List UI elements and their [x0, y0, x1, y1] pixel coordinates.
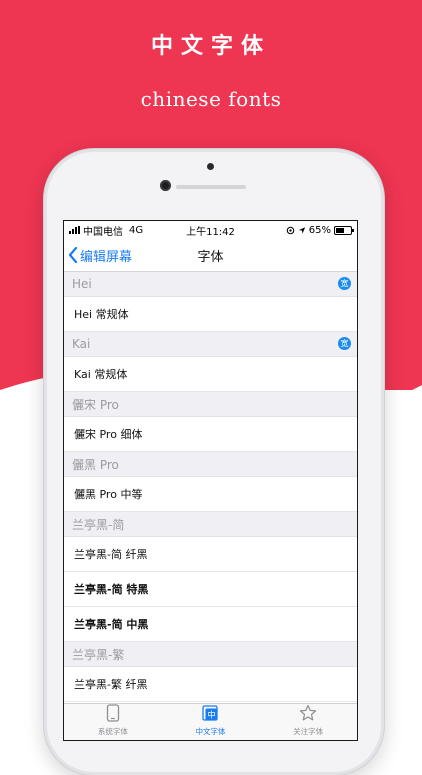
battery-icon [334, 225, 354, 235]
section-header-label: Hei [72, 277, 92, 291]
tab-label: 中文字体 [195, 727, 226, 736]
section-header: Kai 宽 [64, 332, 357, 357]
font-row-label: 儷黑 Pro 中等 [74, 488, 143, 501]
tab-label: 系统字体 [97, 727, 128, 736]
width-badge-icon[interactable]: 宽 [338, 277, 351, 290]
navigation-bar: 编辑屏幕 字体 [64, 239, 357, 272]
font-row[interactable]: 兰亭黑-简 特黑 [64, 572, 357, 607]
section-header-label: 兰亭黑-繁 [72, 647, 125, 662]
font-row[interactable]: 儷宋 Pro 细体 [64, 417, 357, 452]
back-button[interactable]: 编辑屏幕 [64, 246, 132, 265]
section-header: 儷宋 Pro [64, 392, 357, 417]
phone-icon [106, 704, 120, 726]
tab-bar: 系统字体中中文字体 关注字体 [64, 703, 357, 740]
font-list: Hei 宽 Hei 常规体 Kai 宽 Kai 常规体 儷宋 Pro 儷宋 Pro 细体 儷黑 … [64, 272, 357, 704]
font-row-label: 兰亭黑-简 纤黑 [74, 548, 148, 561]
font-row[interactable]: Hei 常规体 [64, 297, 357, 332]
svg-text:中: 中 [207, 710, 215, 720]
front-camera [160, 180, 171, 191]
font-row[interactable]: 儷黑 Pro 中等 [64, 477, 357, 512]
tab-label: 关注字体 [293, 727, 324, 736]
section-header: Hei 宽 [64, 272, 357, 297]
star-icon [299, 704, 317, 726]
section-header-label: 兰亭黑-简 [72, 517, 125, 532]
tab-chinese-font[interactable]: 中中文字体 [162, 704, 260, 740]
font-row-label: Hei 常规体 [74, 308, 129, 321]
font-row[interactable]: 兰亭黑-繁 纤黑 [64, 667, 357, 702]
status-bar: 中国电信 4G 上午11:42 65% [64, 221, 357, 239]
font-row[interactable]: 兰亭黑-简 纤黑 [64, 537, 357, 572]
section-header: 儷黑 Pro [64, 452, 357, 477]
phone-screen: 中国电信 4G 上午11:42 65% 编辑屏幕 字体 Hei 宽 Hei 常规体 K… [63, 220, 358, 741]
promo-title: 中文字体 [150, 33, 271, 59]
width-badge-icon[interactable]: 宽 [338, 337, 351, 350]
earpiece-slot [176, 185, 246, 189]
font-row-label: 兰亭黑-简 特黑 [74, 583, 149, 596]
promo-subtitle: chinese fonts [140, 87, 282, 111]
section-header-label: 儷黑 Pro [72, 457, 119, 472]
font-row-label: 儷宋 Pro 细体 [74, 428, 143, 441]
section-header-label: 儷宋 Pro [72, 397, 119, 412]
section-header: 兰亭黑-繁 [64, 642, 357, 667]
font-row-label: Kai 常规体 [74, 368, 128, 381]
chinese-font-icon: 中 [201, 704, 220, 726]
font-row-label: 兰亭黑-简 中黑 [74, 618, 149, 631]
tab-phone[interactable]: 系统字体 [64, 704, 162, 740]
font-row[interactable]: Kai 常规体 [64, 357, 357, 392]
status-time: 上午11:42 [186, 226, 235, 238]
back-label: 编辑屏幕 [80, 249, 133, 265]
section-header-label: Kai [72, 337, 91, 351]
chevron-left-icon [68, 247, 78, 263]
font-row-label: 兰亭黑-繁 纤黑 [74, 678, 148, 691]
font-row[interactable]: 兰亭黑-简 中黑 [64, 607, 357, 642]
phone-speaker-dot [207, 163, 214, 170]
tab-star[interactable]: 关注字体 [259, 704, 357, 740]
section-header: 兰亭黑-简 [64, 512, 357, 537]
